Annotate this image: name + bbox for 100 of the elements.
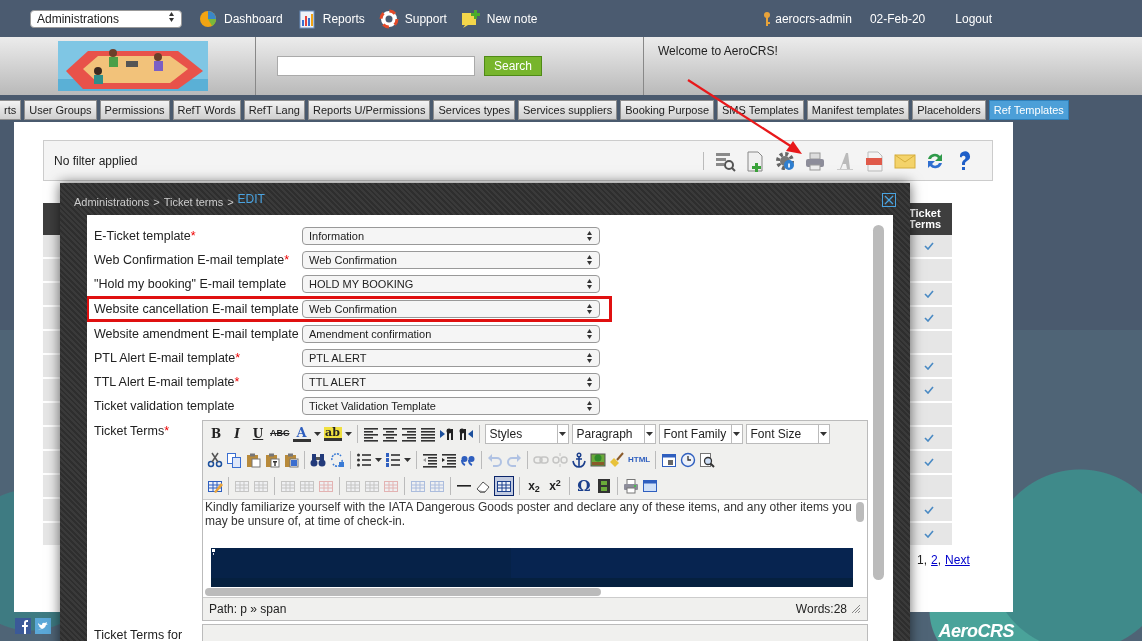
tab[interactable]: RefT Lang [243, 100, 305, 120]
image-icon[interactable] [590, 452, 606, 468]
style-dropdown[interactable]: Paragraph [571, 424, 656, 444]
left-to-right-icon[interactable] [438, 426, 455, 442]
resize-grip-icon[interactable] [851, 604, 861, 614]
caret-icon[interactable] [820, 432, 827, 436]
scrollbar[interactable] [873, 225, 884, 580]
bird-icon[interactable] [35, 618, 51, 634]
tab[interactable]: RefT Words [172, 100, 241, 120]
module-select[interactable]: Administrations [30, 9, 182, 28]
nav-link[interactable]: Support [378, 8, 447, 29]
binoculars-icon[interactable] [310, 452, 326, 468]
logout-link[interactable]: Logout [955, 9, 992, 28]
scrollbar[interactable] [856, 502, 864, 522]
tab[interactable]: Permissions [99, 100, 170, 120]
clipboard-word-icon[interactable] [283, 452, 299, 468]
tab[interactable]: Placeholders [912, 100, 986, 120]
indent-icon[interactable] [441, 452, 457, 468]
breadcrumb-separator: > [153, 195, 160, 210]
dropdown[interactable]: Information [302, 227, 600, 245]
tab[interactable]: Manifest templates [806, 100, 910, 120]
justify-icon[interactable] [419, 426, 436, 442]
bullet-list-icon[interactable] [356, 452, 372, 468]
film-icon[interactable] [596, 478, 612, 494]
tab[interactable]: rts [0, 100, 22, 120]
tab[interactable]: Reports U/Permissions [307, 100, 431, 120]
dropdown[interactable]: Amendment confirmation [302, 325, 600, 343]
italic-button[interactable]: I [228, 425, 246, 443]
clipboard-text-icon[interactable] [264, 452, 280, 468]
table-edit-icon[interactable] [207, 478, 223, 494]
text-color-button[interactable]: A [292, 426, 311, 442]
superscript-button[interactable]: x$^{2}$ [546, 477, 564, 495]
toggle-button[interactable] [494, 476, 514, 496]
calendar-icon[interactable] [661, 452, 678, 468]
anchor-icon[interactable] [571, 452, 587, 468]
field-label: Website amendment E-mail template [94, 325, 300, 343]
updown-arrows-icon [586, 303, 593, 315]
highlight-button[interactable]: ab [323, 427, 342, 441]
nav-link[interactable]: Reports [296, 8, 365, 29]
separator-text: , [937, 552, 942, 569]
scrollbar[interactable] [205, 588, 601, 596]
lifebuoy-icon [378, 8, 399, 29]
search-field[interactable] [277, 56, 475, 76]
align-left-icon[interactable] [362, 426, 379, 442]
align-right-icon[interactable] [400, 426, 417, 442]
printer-icon[interactable] [623, 478, 639, 494]
style-dropdown[interactable]: Font Family [658, 424, 743, 444]
dropdown[interactable]: HOLD MY BOOKING [302, 275, 600, 293]
caret-icon[interactable] [375, 458, 382, 462]
clipboard-icon[interactable] [245, 452, 261, 468]
text-editor[interactable]: Kindly familiarize yourself with the IATA Dangerous Goods poster and declare any of these items, and any other items you may be unsure of, at time of check-in. [203, 499, 867, 598]
nav-link[interactable]: New note [460, 8, 538, 29]
numbered-list-icon[interactable] [385, 452, 401, 468]
caret-icon[interactable] [313, 432, 321, 436]
close-icon[interactable] [882, 193, 896, 207]
window-icon[interactable] [642, 478, 658, 494]
nav-link[interactable]: Dashboard [198, 8, 283, 29]
special-character-button[interactable]: Ω [575, 474, 593, 498]
breadcrumb-link[interactable]: Ticket terms [163, 194, 224, 215]
dropdown[interactable]: Web Confirmation [302, 300, 600, 318]
underline-button[interactable]: U [249, 425, 267, 443]
facebook-icon[interactable] [15, 618, 31, 634]
clock-icon[interactable] [680, 452, 697, 468]
tab[interactable]: User Groups [24, 100, 97, 120]
dropdown[interactable]: PTL ALERT [302, 349, 600, 367]
tab[interactable]: Services types [433, 100, 515, 120]
scissors-icon[interactable] [207, 452, 223, 468]
caret-icon[interactable] [404, 458, 411, 462]
caret-icon[interactable] [733, 432, 740, 436]
style-dropdown[interactable]: Styles [484, 424, 569, 444]
style-dropdown[interactable]: Font Size [745, 424, 830, 444]
pdf-file-icon[interactable] [864, 149, 886, 172]
right-to-left-icon[interactable] [457, 426, 474, 442]
preview-icon[interactable] [699, 452, 716, 468]
bold-button[interactable]: B [207, 425, 225, 443]
broom-icon[interactable] [609, 452, 625, 468]
breadcrumb-link[interactable]: Administrations [74, 194, 150, 215]
date: 02-Feb-20 [869, 10, 926, 28]
dropdown[interactable]: TTL ALERT [302, 373, 600, 391]
updown-arrows-icon [586, 254, 593, 266]
page-link[interactable]: Next [945, 551, 970, 569]
printer-icon[interactable] [804, 149, 826, 172]
outdent-icon[interactable] [422, 452, 438, 468]
copy-icon[interactable] [226, 452, 242, 468]
replace-icon[interactable] [329, 452, 345, 468]
add-document-icon[interactable] [744, 149, 766, 172]
align-center-icon[interactable] [381, 426, 398, 442]
tab[interactable]: Booking Purpose [620, 100, 714, 120]
page-link[interactable]: 1 [917, 551, 924, 569]
caret-icon[interactable] [646, 432, 653, 436]
column-header: Ticket Terms [908, 206, 943, 232]
page-link[interactable]: 2 [931, 551, 938, 569]
tab[interactable]: Services suppliers [517, 100, 618, 120]
caret-icon[interactable] [344, 432, 352, 436]
strikethrough-button[interactable]: ABC [270, 427, 290, 441]
dropdown[interactable]: Ticket Validation Template [302, 397, 600, 415]
dropdown[interactable]: Web Confirmation [302, 251, 600, 269]
caret-icon[interactable] [559, 432, 566, 436]
html-source-button[interactable]: HTML [628, 454, 651, 466]
subscript-button[interactable]: x$_{2}$ [525, 477, 543, 495]
